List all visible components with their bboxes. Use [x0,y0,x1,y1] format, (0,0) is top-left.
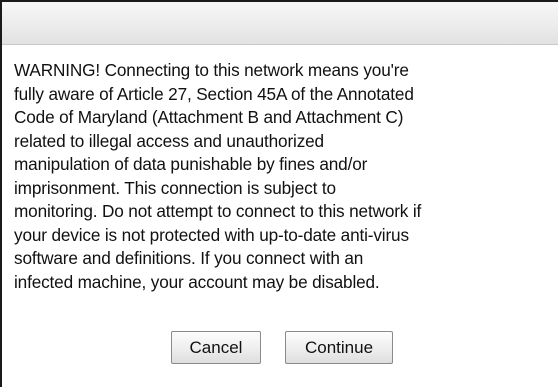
cancel-button[interactable]: Cancel [171,331,261,364]
warning-message: WARNING! Connecting to this network mean… [14,60,422,292]
continue-button[interactable]: Continue [285,331,393,364]
dialog-button-row: Cancel Continue [2,331,558,365]
network-warning-dialog: WARNING! Connecting to this network mean… [0,0,558,389]
dialog-title-bar[interactable] [2,2,558,45]
dialog-body: WARNING! Connecting to this network mean… [2,45,558,389]
